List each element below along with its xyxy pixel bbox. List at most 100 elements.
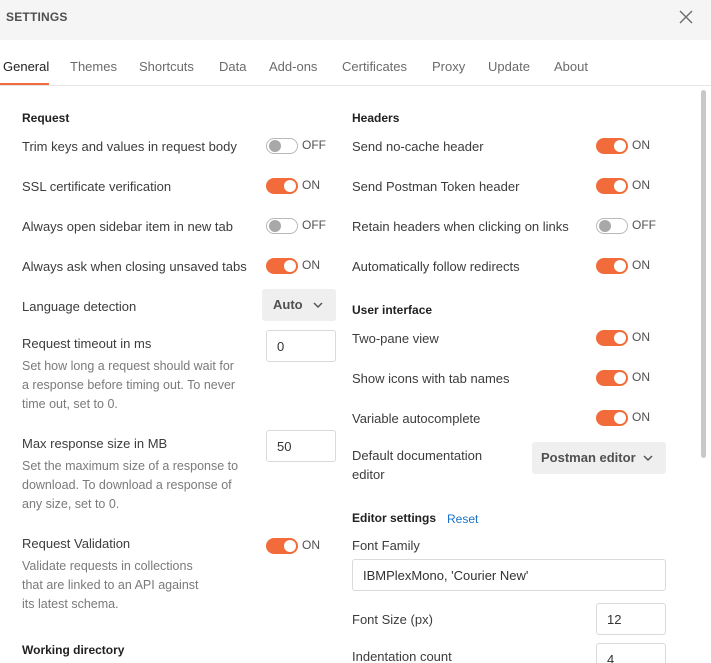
toggle-state: OFF	[302, 138, 326, 152]
font-family-label: Font Family	[352, 538, 420, 553]
language-detection-select[interactable]: Auto	[262, 289, 336, 321]
toggle-knob	[614, 180, 626, 192]
font-family-input[interactable]: IBMPlexMono, 'Courier New'	[352, 559, 666, 591]
retain-headers-label: Retain headers when clicking on links	[352, 219, 569, 234]
toggle-state: ON	[632, 410, 650, 424]
ssl-label: SSL certificate verification	[22, 179, 172, 194]
toggle-knob	[614, 412, 626, 424]
request-validation-help: Validate requests in collections that ar…	[22, 557, 199, 614]
max-size-input[interactable]: 50	[266, 430, 336, 462]
timeout-label: Request timeout in ms	[22, 336, 152, 351]
variable-autocomplete-label: Variable autocomplete	[352, 411, 481, 426]
request-validation-label: Request Validation	[22, 536, 131, 551]
user-interface-section-title: User interface	[352, 303, 433, 317]
toggle-state: ON	[632, 178, 650, 192]
input-value: 0	[277, 339, 285, 354]
timeout-help: Set how long a request should wait for a…	[22, 357, 235, 414]
help-line: Set how long a request should wait for	[22, 359, 234, 373]
toggle-track	[266, 538, 298, 554]
tab-certificates[interactable]: Certificates	[342, 59, 407, 74]
dialog-title: SETTINGS	[6, 10, 68, 24]
toggle-state: ON	[302, 258, 320, 272]
tab-icons-label: Show icons with tab names	[352, 371, 510, 386]
toggle-knob	[284, 260, 296, 272]
select-value: Auto	[273, 297, 303, 312]
scrollbar-thumb[interactable]	[701, 90, 706, 458]
trim-keys-label: Trim keys and values in request body	[22, 139, 237, 154]
font-size-input[interactable]: 12	[596, 603, 666, 635]
tab-themes[interactable]: Themes	[70, 59, 117, 74]
tab-data[interactable]: Data	[219, 59, 246, 74]
help-line: Set the maximum size of a response to	[22, 459, 239, 473]
headers-section-title: Headers	[352, 111, 400, 125]
help-line: a response before timing out. To never	[22, 378, 236, 392]
toggle-state: ON	[632, 370, 650, 384]
toggle-knob	[599, 220, 611, 232]
no-cache-label: Send no-cache header	[352, 139, 484, 154]
help-line: download. To download a response of	[22, 478, 232, 492]
toggle-track	[596, 218, 628, 234]
postman-token-label: Send Postman Token header	[352, 179, 520, 194]
input-value: 4	[607, 652, 615, 663]
editor-settings-section-title: Editor settings	[352, 511, 437, 525]
doc-editor-label-line2: editor	[352, 467, 385, 482]
toggle-knob	[284, 540, 296, 552]
toggle-track	[266, 178, 298, 194]
toggle-track	[596, 330, 628, 346]
help-line: any size, set to 0.	[22, 497, 120, 511]
help-line: its latest schema.	[22, 597, 119, 611]
toggle-knob	[269, 140, 281, 152]
chevron-down-icon	[313, 302, 323, 308]
indentation-count-label: Indentation count	[352, 649, 452, 663]
toggle-track	[596, 410, 628, 426]
tab-update[interactable]: Update	[488, 59, 530, 74]
two-pane-label: Two-pane view	[352, 331, 439, 346]
settings-tabs: General Themes Shortcuts Data Add-ons Ce…	[0, 48, 711, 86]
toggle-knob	[614, 372, 626, 384]
toggle-state: OFF	[302, 218, 326, 232]
reset-link[interactable]: Reset	[447, 512, 478, 526]
toggle-state: ON	[302, 538, 320, 552]
tab-about[interactable]: About	[554, 59, 588, 74]
help-line: time out, set to 0.	[22, 397, 118, 411]
title-bar: SETTINGS	[0, 0, 711, 40]
toggle-track	[596, 178, 628, 194]
ask-closing-label: Always ask when closing unsaved tabs	[22, 259, 247, 274]
tab-general[interactable]: General	[3, 59, 49, 74]
toggle-state: OFF	[632, 218, 656, 232]
toggle-track	[596, 138, 628, 154]
font-size-label: Font Size (px)	[352, 612, 433, 627]
request-section-title: Request	[22, 111, 70, 125]
toggle-track	[596, 258, 628, 274]
help-line: Validate requests in collections	[22, 559, 193, 573]
language-detection-label: Language detection	[22, 299, 137, 314]
toggle-knob	[269, 220, 281, 232]
chevron-down-icon	[643, 455, 653, 461]
toggle-track	[266, 138, 298, 154]
toggle-state: ON	[632, 258, 650, 272]
input-value: 12	[607, 612, 622, 627]
toggle-knob	[614, 332, 626, 344]
max-size-label: Max response size in MB	[22, 436, 168, 451]
input-value: IBMPlexMono, 'Courier New'	[363, 568, 529, 583]
indentation-count-input[interactable]: 4	[596, 643, 666, 663]
toggle-state: ON	[632, 138, 650, 152]
toggle-knob	[284, 180, 296, 192]
max-size-help: Set the maximum size of a response to do…	[22, 457, 238, 514]
tab-add-ons[interactable]: Add-ons	[269, 59, 317, 74]
toggle-knob	[614, 140, 626, 152]
input-value: 50	[277, 439, 292, 454]
toggle-track	[596, 370, 628, 386]
tab-proxy[interactable]: Proxy	[432, 59, 465, 74]
close-icon[interactable]	[678, 9, 694, 25]
doc-editor-select[interactable]: Postman editor	[532, 442, 666, 474]
toggle-track	[266, 258, 298, 274]
help-line: that are linked to an API against	[22, 578, 199, 592]
toggle-state: ON	[302, 178, 320, 192]
doc-editor-label: Default documentation	[352, 448, 483, 463]
follow-redirects-label: Automatically follow redirects	[352, 259, 520, 274]
toggle-state: ON	[632, 330, 650, 344]
toggle-track	[266, 218, 298, 234]
timeout-input[interactable]: 0	[266, 330, 336, 362]
tab-shortcuts[interactable]: Shortcuts	[139, 59, 194, 74]
